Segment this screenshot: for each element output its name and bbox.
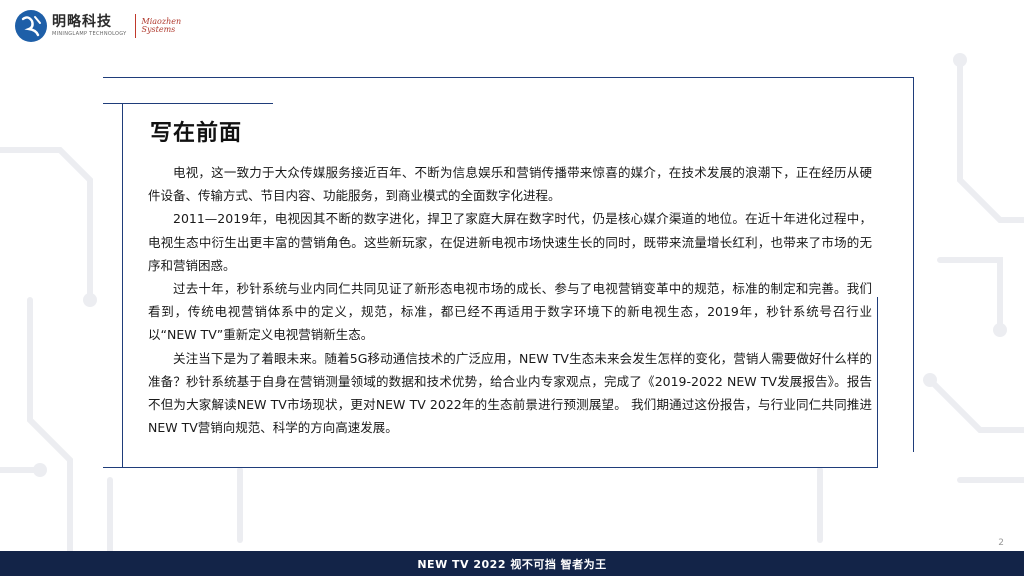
frame-line-top (103, 77, 913, 78)
frame-line-inner-right (877, 297, 878, 467)
frame-line-bottom (103, 467, 878, 468)
body-text: 电视，这一致力于大众传媒服务接近百年、不断为信息娱乐和营销传播带来惊喜的媒介，在… (148, 161, 872, 439)
logo-company-english: MININGLAMP TECHNOLOGY (52, 31, 127, 37)
paragraph-4: 关注当下是为了着眼未来。随着5G移动通信技术的广泛应用，NEW TV生态未来会发… (148, 350, 872, 436)
paragraph-2: 2011—2019年，电视因其不断的数字进化，捍卫了家庭大屏在数字时代，仍是核心… (148, 211, 872, 273)
paragraph-1: 电视，这一致力于大众传媒服务接近百年、不断为信息娱乐和营销传播带来惊喜的媒介，在… (148, 165, 872, 204)
footer-slogan: NEW TV 2022 视不可挡 智者为王 (417, 557, 607, 571)
paragraph-3: 过去十年，秒针系统与业内同仁共同见证了新形态电视市场的成长、参与了电视营销变革中… (148, 281, 872, 343)
page-title: 写在前面 (150, 121, 243, 146)
sub-brand-line2: Systems (141, 25, 176, 34)
sub-brand-logo: Miaozhen Systems (142, 18, 182, 34)
frame-line-left (122, 103, 123, 468)
page-number: 2 (998, 538, 1004, 548)
frame-line-upper-left (103, 103, 273, 104)
company-logo: 明略科技 MININGLAMP TECHNOLOGY Miaozhen Syst… (14, 8, 181, 44)
logo-company-name: 明略科技 (52, 14, 112, 30)
logo-divider (134, 14, 136, 38)
logo-mark-icon (15, 10, 47, 42)
footer-bar: NEW TV 2022 视不可挡 智者为王 (0, 551, 1024, 576)
frame-line-right (913, 77, 914, 452)
